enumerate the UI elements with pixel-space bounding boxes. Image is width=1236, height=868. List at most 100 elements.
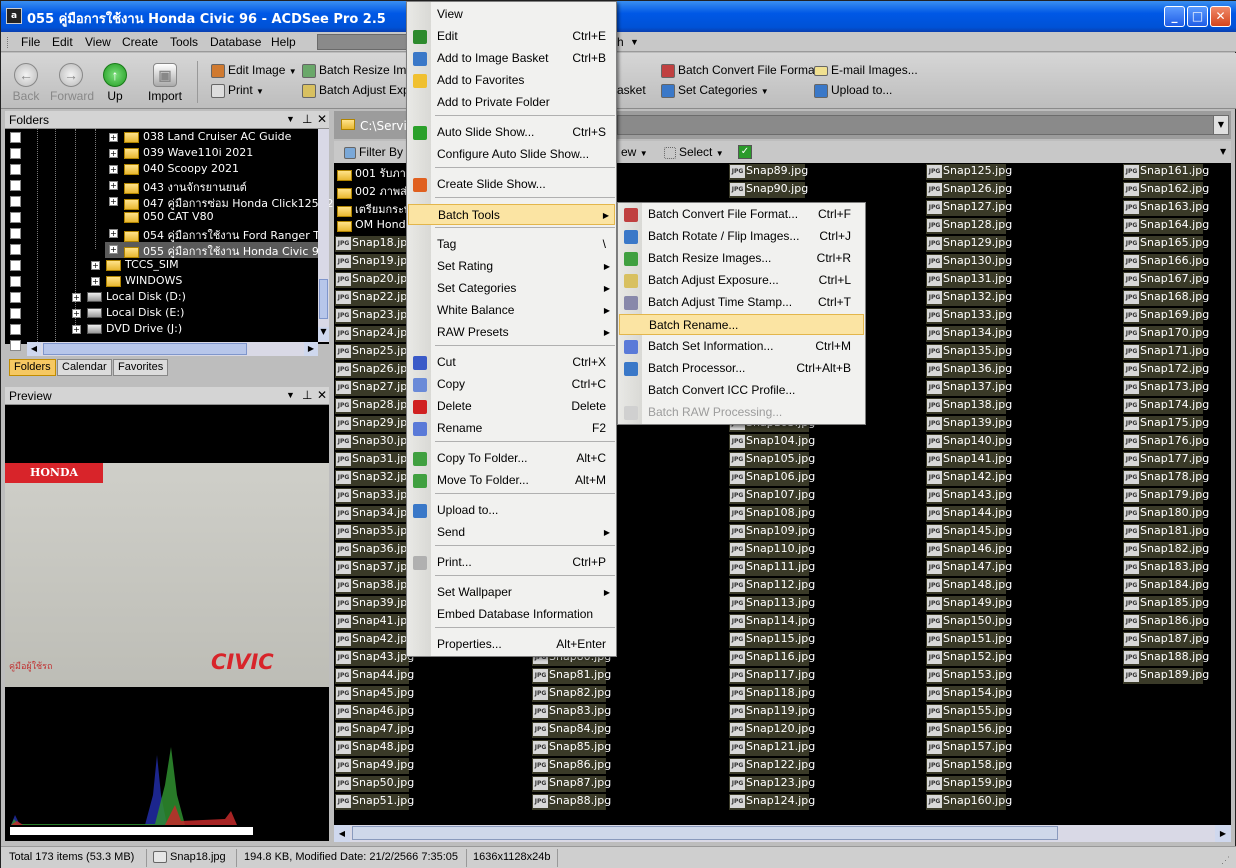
file-item[interactable]: JPG Snap138.jpg: [926, 398, 1012, 414]
file-item[interactable]: JPG Snap132.jpg: [926, 290, 1012, 306]
tree-horizontal-scrollbar[interactable]: ◀ ▶: [27, 342, 318, 356]
file-item[interactable]: JPG Snap146.jpg: [926, 542, 1012, 558]
submenu-item[interactable]: Batch Resize Images... Ctrl+R: [619, 248, 864, 269]
file-item[interactable]: JPG Snap131.jpg: [926, 272, 1012, 288]
file-item[interactable]: JPG Snap162.jpg: [1123, 182, 1209, 198]
file-item[interactable]: JPG Snap20.jpg: [335, 272, 414, 288]
file-item[interactable]: JPG Snap48.jpg: [335, 740, 414, 756]
file-item[interactable]: JPG Snap117.jpg: [729, 668, 815, 684]
file-item[interactable]: JPG Snap31.jpg: [335, 452, 414, 468]
file-item[interactable]: JPG Snap106.jpg: [729, 470, 815, 486]
folder-checkbox[interactable]: [10, 260, 21, 271]
file-item[interactable]: JPG Snap105.jpg: [729, 452, 815, 468]
file-item[interactable]: JPG Snap114.jpg: [729, 614, 815, 630]
menu-database[interactable]: Database: [210, 35, 261, 49]
expand-icon[interactable]: +: [91, 277, 100, 286]
file-item[interactable]: JPG Snap41.jpg: [335, 614, 414, 630]
folder-checkbox[interactable]: [10, 324, 21, 335]
file-item[interactable]: JPG Snap183.jpg: [1123, 560, 1209, 576]
folder-checkbox[interactable]: [10, 244, 21, 255]
file-item[interactable]: JPG Snap29.jpg: [335, 416, 414, 432]
folder-item[interactable]: เตรียมกระษุ: [335, 200, 411, 217]
file-item[interactable]: JPG Snap130.jpg: [926, 254, 1012, 270]
file-item[interactable]: JPG Snap145.jpg: [926, 524, 1012, 540]
file-item[interactable]: JPG Snap104.jpg: [729, 434, 815, 450]
context-menu-item[interactable]: Cut Ctrl+X: [408, 352, 615, 373]
submenu-item[interactable]: Batch Set Information... Ctrl+M: [619, 336, 864, 357]
file-item[interactable]: JPG Snap23.jpg: [335, 308, 414, 324]
file-item[interactable]: JPG Snap147.jpg: [926, 560, 1012, 576]
upload-to-button[interactable]: Upload to...: [814, 83, 892, 98]
file-item[interactable]: JPG Snap122.jpg: [729, 758, 815, 774]
file-item[interactable]: JPG Snap176.jpg: [1123, 434, 1209, 450]
file-item[interactable]: JPG Snap134.jpg: [926, 326, 1012, 342]
folder-checkbox[interactable]: [10, 196, 21, 207]
file-item[interactable]: JPG Snap90.jpg: [729, 182, 808, 198]
file-item[interactable]: JPG Snap142.jpg: [926, 470, 1012, 486]
file-item[interactable]: JPG Snap188.jpg: [1123, 650, 1209, 666]
quick-search-input[interactable]: [317, 34, 407, 50]
file-item[interactable]: JPG Snap135.jpg: [926, 344, 1012, 360]
context-menu-item[interactable]: Add to Image Basket Ctrl+B: [408, 48, 615, 69]
file-item[interactable]: JPG Snap126.jpg: [926, 182, 1012, 198]
submenu-item[interactable]: Batch Rename...: [619, 314, 864, 335]
file-item[interactable]: JPG Snap171.jpg: [1123, 344, 1209, 360]
file-item[interactable]: JPG Snap184.jpg: [1123, 578, 1209, 594]
file-item[interactable]: JPG Snap125.jpg: [926, 164, 1012, 180]
context-menu-item[interactable]: Set Categories ▶: [408, 278, 615, 299]
file-item[interactable]: JPG Snap110.jpg: [729, 542, 815, 558]
up-button[interactable]: ↑ Up: [95, 63, 135, 103]
file-item[interactable]: JPG Snap87.jpg: [532, 776, 611, 792]
context-menu-item[interactable]: Properties... Alt+Enter: [408, 634, 615, 655]
scroll-right-icon[interactable]: ▶: [304, 342, 318, 356]
expand-icon[interactable]: +: [72, 325, 81, 334]
file-item[interactable]: JPG Snap22.jpg: [335, 290, 414, 306]
tree-item[interactable]: +039 Wave110i 2021: [105, 146, 253, 162]
tab-folders[interactable]: Folders: [9, 359, 56, 376]
context-menu-item[interactable]: Tag \: [408, 234, 615, 255]
tree-item[interactable]: + Local Disk (E:): [68, 306, 184, 322]
folder-checkbox[interactable]: [10, 228, 21, 239]
expand-icon[interactable]: +: [109, 197, 118, 206]
expand-icon[interactable]: +: [109, 181, 118, 190]
panel-menu-icon[interactable]: ▼: [286, 390, 295, 400]
file-item[interactable]: JPG Snap47.jpg: [335, 722, 414, 738]
context-menu-item[interactable]: Edit Ctrl+E: [408, 26, 615, 47]
file-item[interactable]: JPG Snap169.jpg: [1123, 308, 1209, 324]
file-list-scrollbar[interactable]: ◀ ▶: [334, 825, 1231, 842]
file-item[interactable]: JPG Snap152.jpg: [926, 650, 1012, 666]
menu-view[interactable]: View: [85, 35, 111, 49]
folder-checkbox[interactable]: [10, 340, 21, 351]
file-item[interactable]: JPG Snap83.jpg: [532, 704, 611, 720]
submenu-item[interactable]: Batch Rotate / Flip Images... Ctrl+J: [619, 226, 864, 247]
context-menu-item[interactable]: Copy To Folder... Alt+C: [408, 448, 615, 469]
file-item[interactable]: JPG Snap182.jpg: [1123, 542, 1209, 558]
file-item[interactable]: JPG Snap116.jpg: [729, 650, 815, 666]
view-button[interactable]: ew ▼: [621, 145, 648, 159]
file-item[interactable]: JPG Snap38.jpg: [335, 578, 414, 594]
app-icon[interactable]: a: [6, 8, 22, 24]
context-menu-item[interactable]: Rename F2: [408, 418, 615, 439]
file-item[interactable]: JPG Snap81.jpg: [532, 668, 611, 684]
maximize-button[interactable]: □: [1187, 6, 1208, 27]
email-images-button[interactable]: E-mail Images...: [814, 63, 918, 77]
file-item[interactable]: JPG Snap178.jpg: [1123, 470, 1209, 486]
context-menu-item[interactable]: Copy Ctrl+C: [408, 374, 615, 395]
resize-grip-icon[interactable]: ⋰: [1221, 855, 1230, 866]
scrollbar-thumb[interactable]: [43, 343, 247, 355]
context-menu-item[interactable]: Auto Slide Show... Ctrl+S: [408, 122, 615, 143]
file-item[interactable]: JPG Snap153.jpg: [926, 668, 1012, 684]
tree-item[interactable]: +038 Land Cruiser AC Guide: [105, 130, 291, 146]
file-item[interactable]: JPG Snap49.jpg: [335, 758, 414, 774]
file-item[interactable]: JPG Snap82.jpg: [532, 686, 611, 702]
context-menu-item[interactable]: Send ▶: [408, 522, 615, 543]
file-item[interactable]: JPG Snap115.jpg: [729, 632, 815, 648]
file-item[interactable]: JPG Snap174.jpg: [1123, 398, 1209, 414]
tree-item[interactable]: + DVD Drive (J:): [68, 322, 182, 338]
file-item[interactable]: JPG Snap185.jpg: [1123, 596, 1209, 612]
file-item[interactable]: JPG Snap137.jpg: [926, 380, 1012, 396]
overflow-arrow-icon[interactable]: ▼: [1220, 147, 1226, 156]
context-menu-item[interactable]: Configure Auto Slide Show...: [408, 144, 615, 165]
tree-item[interactable]: + Local Disk (D:): [68, 290, 186, 306]
expand-icon[interactable]: +: [109, 133, 118, 142]
